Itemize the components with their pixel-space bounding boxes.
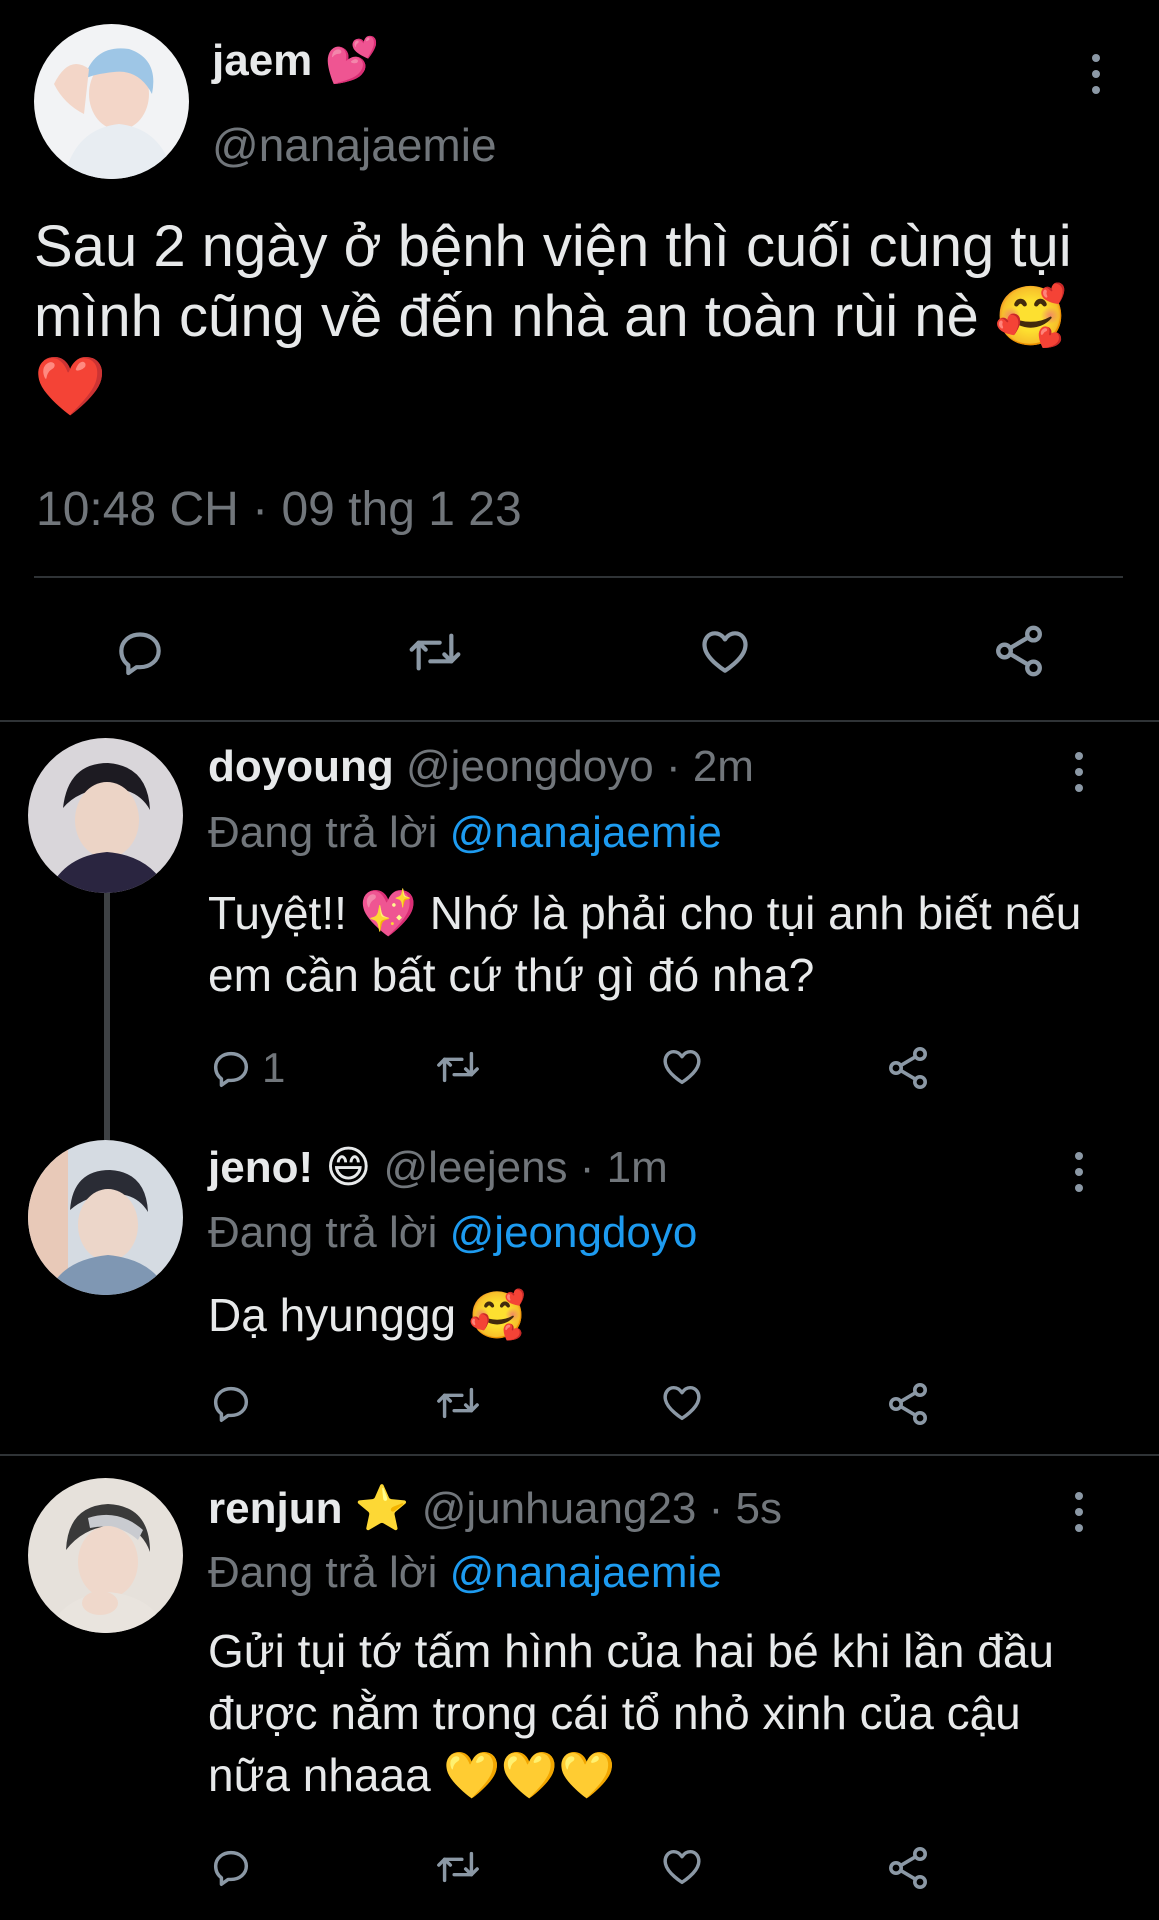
- handle[interactable]: @leejens: [383, 1143, 567, 1192]
- reply-icon: [208, 1045, 254, 1091]
- reply-icon: [112, 624, 168, 680]
- display-name-text: renjun: [208, 1484, 343, 1533]
- handle[interactable]: @nanajaemie: [212, 118, 497, 172]
- reply-button[interactable]: 1: [208, 1044, 285, 1092]
- divider: [34, 576, 1123, 578]
- reply-time[interactable]: · 5s: [709, 1484, 782, 1533]
- replying-to: Đang trả lời @jeongdoyo: [208, 1208, 697, 1258]
- reply-text: Tuyệt!! 💖 Nhớ là phải cho tụi anh biết n…: [208, 887, 1082, 1001]
- tweet-timestamp[interactable]: 10:48 CH · 09 thg 1 23: [36, 482, 522, 537]
- retweet-icon: [432, 1044, 484, 1090]
- divider: [0, 720, 1159, 722]
- heart-icon: [658, 1844, 706, 1890]
- reply-text: Dạ hyunggg 🥰: [208, 1289, 527, 1341]
- display-name-text: jaem: [212, 36, 313, 85]
- like-button[interactable]: [696, 624, 754, 680]
- replying-to-link[interactable]: @nanajaemie: [450, 808, 722, 857]
- reply-time[interactable]: · 2m: [666, 742, 754, 791]
- reply-icon: [208, 1844, 254, 1890]
- replying-to-label: Đang trả lời: [208, 808, 438, 857]
- heart-icon: [658, 1380, 706, 1426]
- replying-to-link[interactable]: @nanajaemie: [450, 1548, 722, 1597]
- share-button[interactable]: [990, 622, 1048, 680]
- retweet-icon: [432, 1844, 484, 1890]
- handle[interactable]: @jeongdoyo: [406, 742, 654, 791]
- retweet-button[interactable]: [432, 1380, 484, 1426]
- avatar-renjun[interactable]: [28, 1478, 183, 1633]
- thread-line: [104, 892, 110, 1140]
- share-icon: [884, 1044, 932, 1092]
- like-button[interactable]: [658, 1044, 706, 1090]
- reply-icon: [208, 1380, 254, 1426]
- share-button[interactable]: [884, 1044, 932, 1092]
- more-vertical-icon[interactable]: [1073, 1152, 1085, 1192]
- share-button[interactable]: [884, 1844, 932, 1892]
- share-icon: [884, 1380, 932, 1428]
- avatar-jeno[interactable]: [28, 1140, 183, 1295]
- replying-to: Đang trả lời @nanajaemie: [208, 1548, 722, 1598]
- replying-to-label: Đang trả lời: [208, 1208, 438, 1257]
- share-icon: [884, 1844, 932, 1892]
- reply-time[interactable]: · 1m: [580, 1143, 668, 1192]
- more-vertical-icon[interactable]: [1090, 54, 1102, 94]
- name-emoji: ⭐: [354, 1484, 410, 1533]
- heart-icon: [658, 1044, 706, 1090]
- like-button[interactable]: [658, 1380, 706, 1426]
- tweet-text: Sau 2 ngày ở bệnh viện thì cuối cùng tụi…: [34, 212, 1124, 422]
- more-vertical-icon[interactable]: [1073, 1492, 1085, 1532]
- like-button[interactable]: [658, 1844, 706, 1890]
- share-button[interactable]: [884, 1380, 932, 1428]
- retweet-icon: [404, 624, 466, 680]
- display-name-text: doyoung: [208, 742, 394, 791]
- display-name[interactable]: jeno! 😄 @leejens · 1m: [208, 1142, 668, 1193]
- display-name-text: jeno!: [208, 1143, 314, 1192]
- retweet-button[interactable]: [404, 624, 466, 680]
- reply-text: Gửi tụi tớ tấm hình của hai bé khi lần đ…: [208, 1625, 1054, 1801]
- tweet-text-body: Sau 2 ngày ở bệnh viện thì cuối cùng tụi…: [34, 214, 1072, 349]
- more-vertical-icon[interactable]: [1073, 752, 1085, 792]
- avatar-jaem[interactable]: [34, 24, 189, 179]
- replying-to: Đang trả lời @nanajaemie: [208, 808, 722, 858]
- share-icon: [990, 622, 1048, 680]
- reply-count: 1: [262, 1044, 286, 1091]
- replying-to-link[interactable]: @jeongdoyo: [450, 1208, 698, 1257]
- reply-button[interactable]: [208, 1380, 254, 1426]
- heart-icon: [696, 624, 754, 680]
- display-name[interactable]: renjun ⭐ @junhuang23 · 5s: [208, 1482, 782, 1534]
- retweet-icon: [432, 1380, 484, 1426]
- replying-to-label: Đang trả lời: [208, 1548, 438, 1597]
- name-emoji: 💕: [324, 36, 380, 85]
- avatar-doyoung[interactable]: [28, 738, 183, 893]
- name-emoji: 😄: [325, 1143, 372, 1192]
- retweet-button[interactable]: [432, 1844, 484, 1890]
- handle[interactable]: @junhuang23: [422, 1484, 697, 1533]
- display-name[interactable]: jaem 💕: [212, 34, 379, 86]
- reply-button[interactable]: [208, 1844, 254, 1890]
- reply-button[interactable]: [112, 624, 168, 680]
- divider: [0, 1454, 1159, 1456]
- retweet-button[interactable]: [432, 1044, 484, 1090]
- display-name[interactable]: doyoung @jeongdoyo · 2m: [208, 742, 754, 792]
